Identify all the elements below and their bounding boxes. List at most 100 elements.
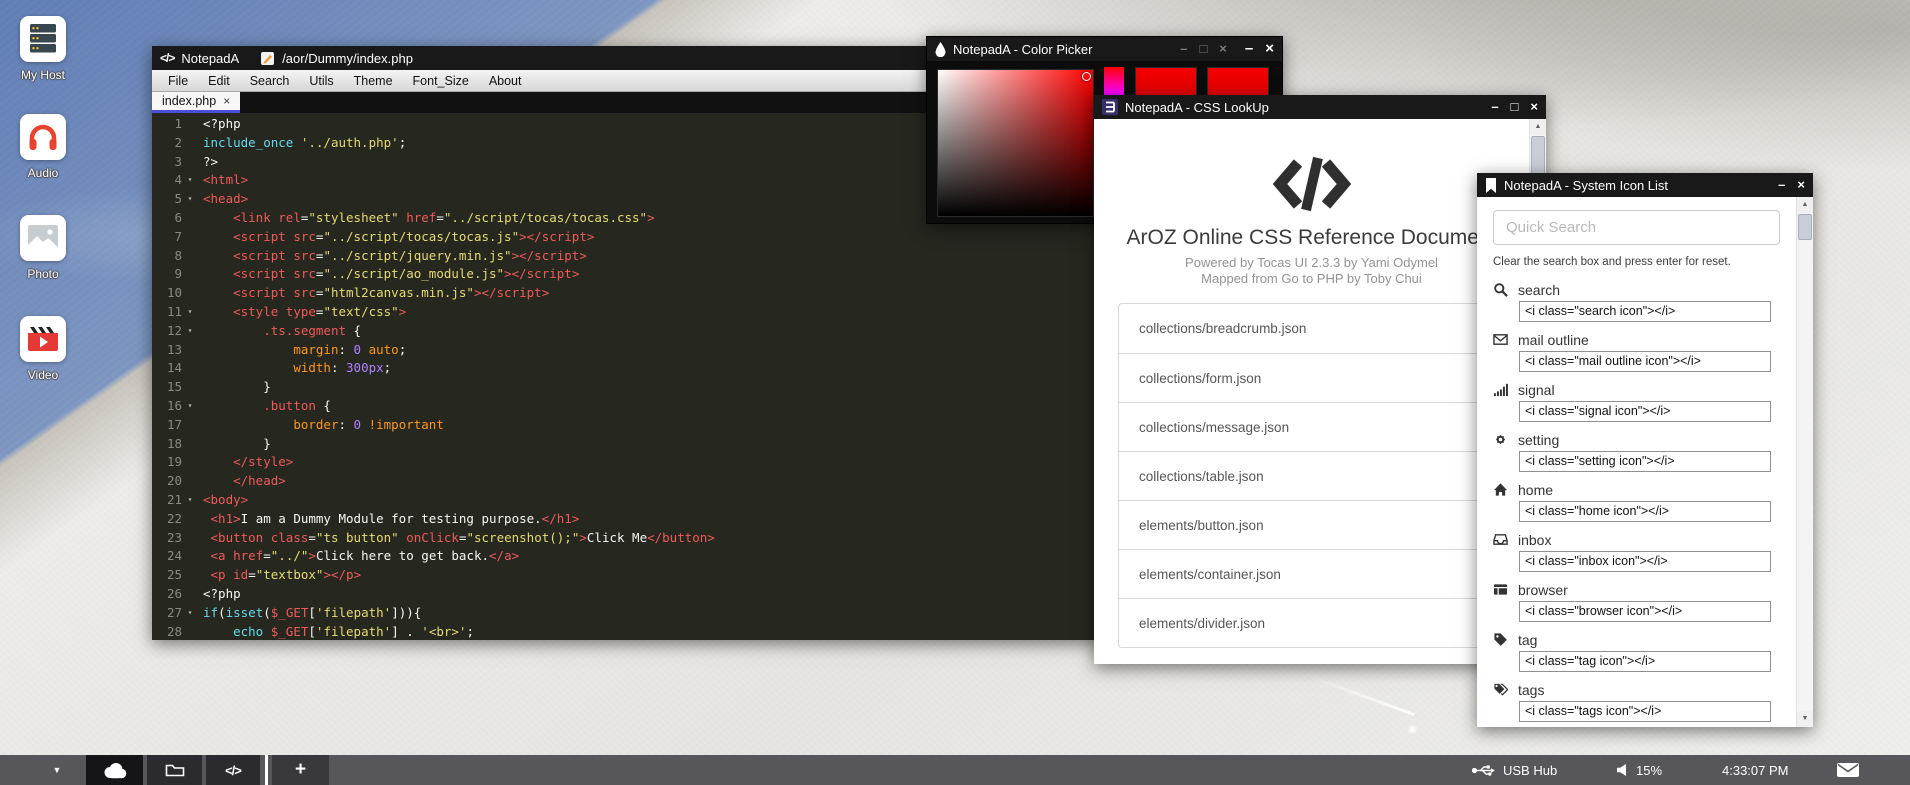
line-number[interactable]: 11▾: [152, 303, 198, 322]
line-number[interactable]: 25: [152, 566, 198, 585]
menu-item-search[interactable]: Search: [240, 70, 300, 92]
line-number[interactable]: 5▾: [152, 190, 198, 209]
line-number[interactable]: 15: [152, 378, 198, 397]
taskbar-usb-status[interactable]: USB Hub: [1472, 755, 1557, 785]
code-line[interactable]: 23 <button class="ts button" onClick="sc…: [152, 529, 1103, 548]
code-line[interactable]: 19 </style>: [152, 453, 1103, 472]
icon-code-box[interactable]: <i class="search icon"></i>: [1519, 301, 1771, 322]
line-number[interactable]: 4▾: [152, 171, 198, 190]
tab-close-icon[interactable]: ×: [223, 94, 230, 108]
line-number[interactable]: 20: [152, 472, 198, 491]
line-number[interactable]: 6: [152, 209, 198, 228]
desktop-icon-photo[interactable]: Photo: [0, 215, 86, 281]
line-number[interactable]: 1: [152, 115, 198, 134]
icon-code-box[interactable]: <i class="browser icon"></i>: [1519, 601, 1771, 622]
maximize-button[interactable]: □: [1511, 95, 1519, 119]
line-number[interactable]: 18: [152, 435, 198, 454]
close-button[interactable]: ×: [1530, 95, 1538, 119]
taskbar-chevron-button[interactable]: ▼: [42, 755, 72, 785]
line-number[interactable]: 24: [152, 547, 198, 566]
lookup-item[interactable]: elements/container.json: [1119, 549, 1521, 598]
code-line[interactable]: 24 <a href="../">Click here to get back.…: [152, 547, 1103, 566]
code-line[interactable]: 14 width: 300px;: [152, 359, 1103, 378]
lookup-item[interactable]: collections/breadcrumb.json: [1119, 304, 1521, 353]
lookup-item[interactable]: collections/message.json: [1119, 402, 1521, 451]
code-line[interactable]: 10 <script src="html2canvas.min.js"></sc…: [152, 284, 1103, 303]
taskbar-add-button[interactable]: +: [272, 755, 329, 785]
color-picker-titlebar[interactable]: NotepadA - Color Picker – □ × – ×: [927, 37, 1282, 61]
menu-item-file[interactable]: File: [158, 70, 198, 92]
code-line[interactable]: 17 border: 0 !important: [152, 416, 1103, 435]
icon-code-box[interactable]: <i class="tag icon"></i>: [1519, 651, 1771, 672]
scroll-up-icon[interactable]: ▲: [1797, 197, 1813, 213]
code-line[interactable]: 20 </head>: [152, 472, 1103, 491]
taskbar-cloud-button[interactable]: [86, 755, 143, 785]
desktop-icon-video[interactable]: Video: [0, 316, 86, 382]
taskbar-folder-button[interactable]: [147, 755, 202, 785]
code-line[interactable]: 7 <script src="../script/tocas/tocas.js"…: [152, 228, 1103, 247]
menu-item-utils[interactable]: Utils: [299, 70, 343, 92]
code-line[interactable]: 12▾ .ts.segment {: [152, 322, 1103, 341]
taskbar-volume-status[interactable]: 15%: [1616, 755, 1662, 785]
system-icon-list-titlebar[interactable]: NotepadA - System Icon List – ×: [1477, 173, 1813, 197]
quick-search-input[interactable]: [1493, 210, 1780, 245]
minimize-button[interactable]: –: [1245, 37, 1253, 61]
saturation-value-picker[interactable]: [937, 69, 1094, 217]
code-line[interactable]: 16▾ .button {: [152, 397, 1103, 416]
close-button[interactable]: ×: [1797, 173, 1805, 197]
lookup-item[interactable]: collections/form.json: [1119, 353, 1521, 402]
line-number[interactable]: 19: [152, 453, 198, 472]
line-number[interactable]: 28: [152, 623, 198, 640]
line-number[interactable]: 23: [152, 529, 198, 548]
scrollbar[interactable]: ▲ ▼: [1796, 197, 1813, 727]
line-number[interactable]: 9: [152, 265, 198, 284]
line-number[interactable]: 22: [152, 510, 198, 529]
lookup-item[interactable]: elements/button.json: [1119, 500, 1521, 549]
code-line[interactable]: 18 }: [152, 435, 1103, 454]
line-number[interactable]: 10: [152, 284, 198, 303]
code-line[interactable]: 21▾<body>: [152, 491, 1103, 510]
code-line[interactable]: 15 }: [152, 378, 1103, 397]
code-line[interactable]: 9 <script src="../script/ao_module.js"><…: [152, 265, 1103, 284]
line-number[interactable]: 16▾: [152, 397, 198, 416]
minimize-icon[interactable]: –: [1180, 37, 1187, 61]
desktop-icon-audio[interactable]: Audio: [0, 114, 86, 180]
code-line[interactable]: 11▾ <style type="text/css">: [152, 303, 1103, 322]
line-number[interactable]: 21▾: [152, 491, 198, 510]
taskbar-clock[interactable]: 4:33:07 PM: [1722, 755, 1789, 785]
close-icon[interactable]: ×: [1219, 37, 1227, 61]
maximize-icon[interactable]: □: [1199, 37, 1207, 61]
code-line[interactable]: 8 <script src="../script/jquery.min.js">…: [152, 247, 1103, 266]
scroll-down-icon[interactable]: ▼: [1797, 711, 1813, 727]
minimize-button[interactable]: –: [1778, 173, 1785, 197]
minimize-button[interactable]: –: [1491, 95, 1498, 119]
taskbar-code-button[interactable]: </>: [206, 755, 260, 785]
line-number[interactable]: 14: [152, 359, 198, 378]
icon-code-box[interactable]: <i class="home icon"></i>: [1519, 501, 1771, 522]
line-number[interactable]: 2: [152, 134, 198, 153]
css-lookup-titlebar[interactable]: NotepadA - CSS LookUp – □ ×: [1094, 95, 1546, 119]
icon-code-box[interactable]: <i class="setting icon"></i>: [1519, 451, 1771, 472]
scroll-up-icon[interactable]: ▲: [1530, 119, 1546, 135]
line-number[interactable]: 17: [152, 416, 198, 435]
icon-code-box[interactable]: <i class="inbox icon"></i>: [1519, 551, 1771, 572]
lookup-item[interactable]: elements/divider.json: [1119, 598, 1521, 647]
menu-item-theme[interactable]: Theme: [344, 70, 403, 92]
code-line[interactable]: 28 echo $_GET['filepath'] . '<br>';: [152, 623, 1103, 640]
taskbar-messages-button[interactable]: [1837, 755, 1859, 785]
code-line[interactable]: 26<?php: [152, 585, 1103, 604]
lookup-item[interactable]: collections/table.json: [1119, 451, 1521, 500]
code-line[interactable]: 25 <p id="textbox"></p>: [152, 566, 1103, 585]
code-line[interactable]: 13 margin: 0 auto;: [152, 341, 1103, 360]
line-number[interactable]: 12▾: [152, 322, 198, 341]
menu-item-about[interactable]: About: [479, 70, 532, 92]
desktop-icon-my-host[interactable]: My Host: [0, 16, 86, 82]
code-line[interactable]: 27▾if(isset($_GET['filepath'])){: [152, 604, 1103, 623]
menu-item-font_size[interactable]: Font_Size: [403, 70, 479, 92]
line-number[interactable]: 3: [152, 153, 198, 172]
code-line[interactable]: 22 <h1>I am a Dummy Module for testing p…: [152, 510, 1103, 529]
line-number[interactable]: 27▾: [152, 604, 198, 623]
line-number[interactable]: 13: [152, 341, 198, 360]
icon-code-box[interactable]: <i class="signal icon"></i>: [1519, 401, 1771, 422]
color-cursor[interactable]: [1082, 72, 1091, 81]
